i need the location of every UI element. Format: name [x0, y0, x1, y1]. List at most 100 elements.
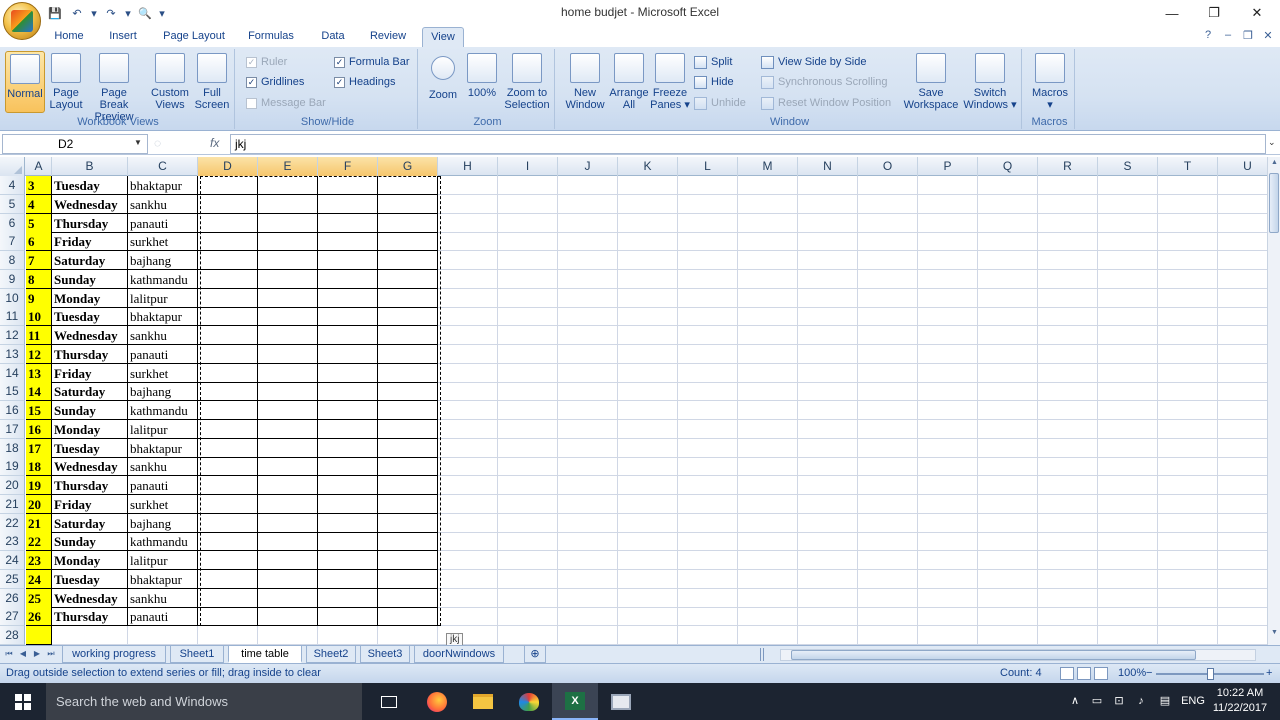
cell-u[interactable] [1218, 570, 1268, 589]
cell-p[interactable] [918, 344, 978, 364]
cell-k[interactable] [618, 213, 678, 233]
cell-g[interactable] [378, 401, 438, 420]
cell-f[interactable] [318, 532, 378, 552]
close-button[interactable]: ✕ [1237, 2, 1277, 24]
column-header-n[interactable]: N [798, 157, 858, 176]
cell-f[interactable] [318, 551, 378, 570]
cell-r[interactable] [1038, 344, 1098, 364]
tab-split-handle[interactable] [760, 648, 764, 661]
cell-m[interactable] [738, 476, 798, 495]
cell-o[interactable] [858, 363, 918, 383]
language-indicator[interactable]: ENG [1178, 683, 1208, 720]
sheet-tab-doornwindows[interactable]: doorNwindows [414, 646, 504, 663]
cell-f[interactable] [318, 176, 378, 195]
cell-h[interactable] [438, 269, 498, 289]
cell-e[interactable] [258, 588, 318, 608]
cell-n[interactable] [798, 288, 858, 308]
cell-m[interactable] [738, 344, 798, 364]
cell-u[interactable] [1218, 495, 1268, 514]
cell-g[interactable] [378, 457, 438, 477]
cell-o[interactable] [858, 194, 918, 214]
cell-p[interactable] [918, 588, 978, 608]
cell-m[interactable] [738, 551, 798, 570]
cell-p[interactable] [918, 307, 978, 327]
page-break-status-icon[interactable] [1094, 667, 1108, 680]
cell-r[interactable] [1038, 438, 1098, 458]
cell-f[interactable] [318, 363, 378, 383]
synchronous-scrolling-button[interactable]: Synchronous Scrolling [761, 73, 887, 91]
cell-u[interactable] [1218, 345, 1268, 364]
cell-a[interactable]: 26 [26, 607, 52, 627]
cell-l[interactable] [678, 457, 738, 477]
first-sheet-icon[interactable]: ⏮ [4, 649, 14, 659]
row-header[interactable]: 20 [0, 476, 25, 495]
cell-n[interactable] [798, 344, 858, 364]
cell-t[interactable] [1158, 607, 1218, 627]
cell-o[interactable] [858, 419, 918, 439]
cell-a[interactable]: 8 [26, 269, 52, 289]
cell-g[interactable] [378, 569, 438, 589]
tab-formulas[interactable]: Formulas [243, 27, 299, 47]
column-header-e[interactable]: E [258, 157, 318, 176]
cell-a[interactable]: 24 [26, 569, 52, 589]
cell-s[interactable] [1098, 607, 1158, 627]
cell-l[interactable] [678, 344, 738, 364]
cell-n[interactable] [798, 438, 858, 458]
cell-h[interactable] [438, 419, 498, 439]
cell-o[interactable] [858, 569, 918, 589]
cell-q[interactable] [978, 569, 1038, 589]
cell-b[interactable]: Wednesday [52, 588, 128, 608]
row-header[interactable]: 9 [0, 269, 25, 289]
cell-r[interactable] [1038, 194, 1098, 214]
hide-button[interactable]: Hide [694, 73, 734, 91]
cell-h[interactable] [438, 494, 498, 514]
cell-e[interactable] [258, 607, 318, 627]
cell-e[interactable] [258, 438, 318, 458]
normal-view-status-icon[interactable] [1060, 667, 1074, 680]
cell-d[interactable] [198, 476, 258, 495]
tab-data[interactable]: Data [314, 27, 352, 47]
sheet-tab-sheet2[interactable]: Sheet2 [306, 646, 356, 663]
cell-f[interactable] [318, 607, 378, 627]
cell-l[interactable] [678, 476, 738, 495]
restore-button[interactable]: ❐ [1194, 2, 1234, 24]
workbook-minimize-icon[interactable]: – [1220, 29, 1236, 45]
cell-c[interactable]: sankhu [128, 194, 198, 214]
cell-s[interactable] [1098, 569, 1158, 589]
cell-t[interactable] [1158, 307, 1218, 327]
cell-l[interactable] [678, 607, 738, 627]
cell-l[interactable] [678, 532, 738, 552]
last-sheet-icon[interactable]: ⏭ [46, 649, 56, 659]
cell-n[interactable] [798, 363, 858, 383]
reset-window-position-button[interactable]: Reset Window Position [761, 94, 891, 112]
cell-k[interactable] [618, 532, 678, 552]
cell-l[interactable] [678, 382, 738, 402]
cell-p[interactable] [918, 401, 978, 420]
cell-p[interactable] [918, 607, 978, 627]
cell-a[interactable] [26, 626, 52, 645]
cell-r[interactable] [1038, 288, 1098, 308]
cell-t[interactable] [1158, 551, 1218, 570]
cell-o[interactable] [858, 269, 918, 289]
cell-f[interactable] [318, 626, 378, 645]
cell-o[interactable] [858, 438, 918, 458]
sheet-tab-sheet1[interactable]: Sheet1 [170, 646, 224, 663]
cell-n[interactable] [798, 607, 858, 627]
cell-m[interactable] [738, 569, 798, 589]
row-header[interactable]: 4 [0, 176, 25, 195]
cell-f[interactable] [318, 288, 378, 308]
cell-b[interactable]: Friday [52, 232, 128, 252]
cell-c[interactable]: sankhu [128, 588, 198, 608]
cell-i[interactable] [498, 326, 558, 345]
cell-i[interactable] [498, 382, 558, 402]
zoom-level[interactable]: 100% [1118, 667, 1146, 679]
cell-i[interactable] [498, 401, 558, 420]
cell-s[interactable] [1098, 476, 1158, 495]
column-header-o[interactable]: O [858, 157, 918, 176]
cell-h[interactable] [438, 288, 498, 308]
row-header[interactable]: 25 [0, 569, 25, 589]
cell-k[interactable] [618, 363, 678, 383]
cell-s[interactable] [1098, 326, 1158, 345]
cell-b[interactable]: Tuesday [52, 569, 128, 589]
cell-g[interactable] [378, 251, 438, 270]
